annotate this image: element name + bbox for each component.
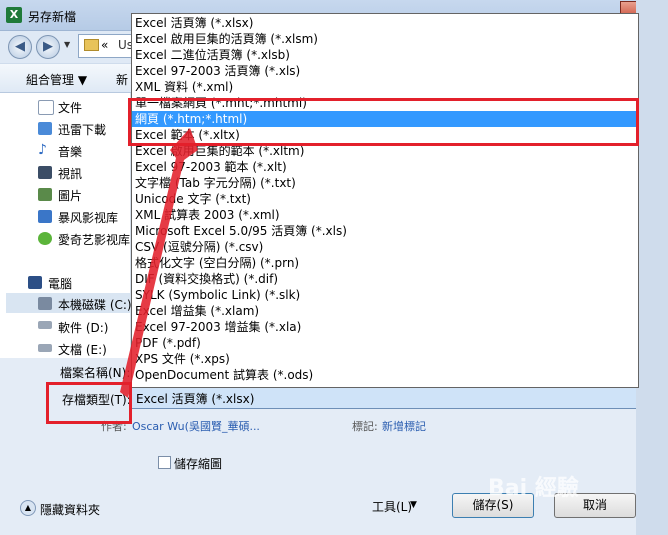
watermark: Bai 經驗 bbox=[488, 476, 579, 501]
annotation-arrow bbox=[120, 128, 198, 398]
